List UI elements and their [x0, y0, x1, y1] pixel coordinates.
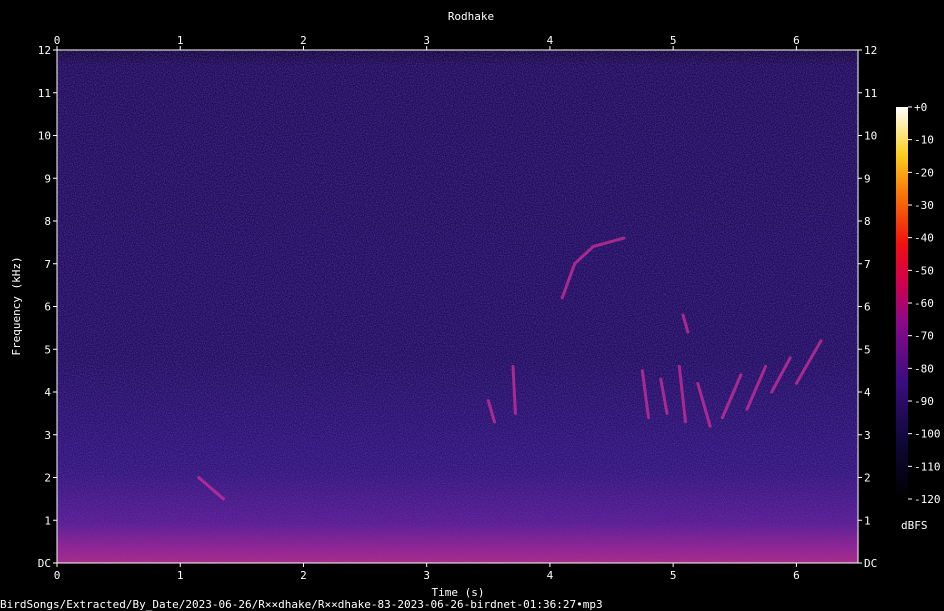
spectrogram-chart: Rodhake 0123456 0123456 DC12345678910111…	[10, 10, 941, 599]
y-tick-label-right: 7	[864, 258, 871, 271]
y-tick-label-left: 3	[44, 429, 51, 442]
y-tick-label-right: 1	[864, 514, 871, 527]
y-tick-label-left: 7	[44, 258, 51, 271]
x-tick-label-bottom: 3	[423, 569, 430, 582]
x-axis-top: 0 1 2 3 4 5 6	[54, 34, 800, 50]
x-tick-label-bottom: 5	[670, 569, 677, 582]
colorbar-tick-label: -30	[914, 199, 934, 212]
y-tick-label-left: 10	[38, 130, 51, 143]
x-tick-label-top: 2	[300, 34, 307, 47]
colorbar: +0 -10 -20 -30 -40 -50 -60 -70 -80 -90 -100 -110 -12…	[896, 101, 941, 532]
plot-noise-texture	[57, 50, 858, 563]
plot-area	[57, 50, 858, 563]
file-path: BirdSongs/Extracted/By_Date/2023-06-26/R…	[0, 598, 603, 611]
x-tick-label-bottom: 6	[793, 569, 800, 582]
x-axis-bottom: 0 1 2 3 4 5 6	[54, 563, 800, 582]
x-tick-label-top: 1	[177, 34, 184, 47]
y-tick-label-right: 5	[864, 343, 871, 356]
x-tick-label-bottom: 0	[54, 569, 61, 582]
y-tick-label-right: 4	[864, 386, 871, 399]
y-tick-label-right: 2	[864, 472, 871, 485]
x-tick-label-top: 4	[547, 34, 554, 47]
y-axis-title: Frequency (kHz)	[10, 256, 23, 355]
colorbar-tick-label: -60	[914, 297, 934, 310]
y-tick-label-right: 9	[864, 172, 871, 185]
colorbar-tick-label: -110	[914, 460, 941, 473]
x-tick-label-top: 6	[793, 34, 800, 47]
y-tick-label-right: 6	[864, 301, 871, 314]
x-tick-label-bottom: 2	[300, 569, 307, 582]
y-tick-label-left: 6	[44, 301, 51, 314]
y-tick-label-right: 8	[864, 215, 871, 228]
colorbar-tick-label: +0	[914, 101, 927, 114]
colorbar-tick-label: -100	[914, 428, 941, 441]
y-tick-label-right: 11	[864, 87, 877, 100]
y-tick-label-left: 8	[44, 215, 51, 228]
x-tick-label-top: 3	[423, 34, 430, 47]
y-tick-label-right: 12	[864, 44, 877, 57]
y-tick-label-left: 2	[44, 472, 51, 485]
y-tick-label-left: DC	[38, 557, 51, 570]
y-axis-right: DC123456789101112	[858, 44, 877, 570]
y-axis-left: DC123456789101112	[38, 44, 57, 570]
colorbar-ticks: +0 -10 -20 -30 -40 -50 -60 -70 -80 -90 -100 -110 -12…	[908, 101, 941, 506]
y-tick-label-right: DC	[864, 557, 877, 570]
x-tick-label-top: 5	[670, 34, 677, 47]
x-tick-label-top: 0	[54, 34, 61, 47]
y-tick-label-left: 4	[44, 386, 51, 399]
colorbar-tick-label: -10	[914, 134, 934, 147]
y-tick-label-left: 12	[38, 44, 51, 57]
colorbar-tick-label: -120	[914, 493, 941, 506]
colorbar-tick-label: -40	[914, 232, 934, 245]
colorbar-gradient	[896, 107, 908, 499]
colorbar-label: dBFS	[901, 519, 928, 532]
colorbar-tick-label: -90	[914, 395, 934, 408]
y-tick-label-left: 9	[44, 172, 51, 185]
y-tick-label-left: 5	[44, 343, 51, 356]
x-tick-label-bottom: 1	[177, 569, 184, 582]
colorbar-tick-label: -80	[914, 362, 934, 375]
y-tick-label-left: 1	[44, 514, 51, 527]
x-tick-label-bottom: 4	[547, 569, 554, 582]
y-tick-label-right: 10	[864, 130, 877, 143]
colorbar-tick-label: -20	[914, 166, 934, 179]
y-tick-label-right: 3	[864, 429, 871, 442]
chart-title: Rodhake	[448, 10, 494, 23]
colorbar-tick-label: -70	[914, 330, 934, 343]
y-tick-label-left: 11	[38, 87, 51, 100]
colorbar-tick-label: -50	[914, 264, 934, 277]
